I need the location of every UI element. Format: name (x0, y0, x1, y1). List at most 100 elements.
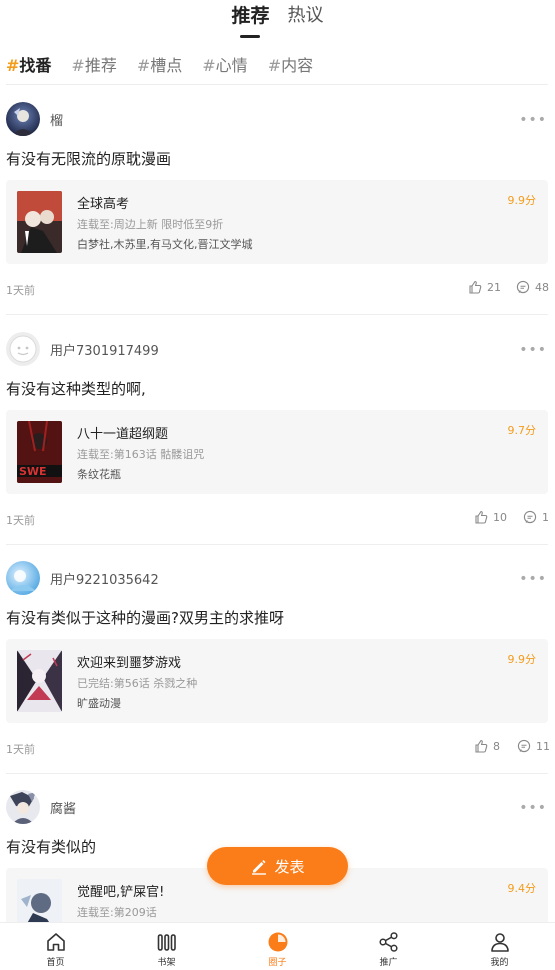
hashtag-find-anime[interactable]: #找番 (6, 52, 51, 76)
post-footer: 1天前 10 1 (6, 510, 549, 530)
circle-icon (268, 932, 287, 952)
like-count: 10 (493, 510, 507, 524)
post-text: 有没有无限流的原耽漫画 (6, 150, 172, 168)
username[interactable]: 用户7301917499 (50, 340, 159, 359)
book-progress: 连载至:第209话 (77, 906, 157, 919)
like-button[interactable]: 10 (474, 510, 507, 524)
share-icon (378, 932, 398, 952)
nav-bookshelf[interactable]: 书架 (111, 923, 222, 970)
avatar[interactable] (6, 102, 40, 136)
avatar[interactable] (6, 332, 40, 366)
divider (6, 544, 548, 545)
svg-text:SWE: SWE (19, 465, 47, 478)
book-card[interactable]: SWE 八十一道超纲题 连载至:第163话 骷髅诅咒 条纹花瓶 9.7分 (6, 410, 548, 494)
nav-label: 推广 (379, 958, 398, 968)
top-tabs: 推荐 热议 (0, 0, 555, 40)
bottom-nav: 首页 书架 圈子 推广 我的 (0, 922, 555, 970)
book-cover (17, 650, 62, 712)
post-text: 有没有类似于这种的漫画?双男主的求推呀 (6, 609, 284, 627)
book-cover (17, 879, 62, 922)
book-card[interactable]: 全球高考 连载至:周边上新 限时低至9折 白梦社,木苏里,有马文化,晋江文学城 … (6, 180, 548, 264)
book-publisher: 白梦社,木苏里,有马文化,晋江文学城 (77, 238, 253, 251)
hashtag-recommend[interactable]: #推荐 (71, 52, 116, 76)
comment-count: 1 (542, 510, 549, 524)
hashtag-label: 槽点 (150, 56, 183, 75)
username[interactable]: 榴 (50, 110, 63, 129)
post-header: 用户7301917499 (6, 332, 159, 366)
like-button[interactable]: 21 (468, 280, 501, 294)
like-count: 21 (487, 280, 501, 294)
post-footer: 1天前 21 48 (6, 280, 549, 300)
hashtag-content[interactable]: #内容 (268, 52, 313, 76)
hashtag-complaints[interactable]: #槽点 (137, 52, 182, 76)
avatar[interactable] (6, 561, 40, 595)
avatar[interactable] (6, 790, 40, 824)
book-score: 9.4分 (507, 882, 537, 895)
tab-recommend[interactable]: 推荐 (231, 4, 270, 38)
comment-button[interactable]: 11 (517, 739, 550, 753)
more-options-icon[interactable]: ••• (519, 800, 547, 816)
hashtag-bar: #找番 #推荐 #槽点 #心情 #内容 (6, 52, 313, 76)
comment-count: 48 (535, 280, 549, 294)
post-footer: 1天前 8 11 (6, 739, 550, 759)
post-time: 1天前 (6, 743, 35, 756)
book-score: 9.9分 (507, 653, 537, 666)
thumbs-up-icon (475, 739, 488, 753)
hashtag-label: 心情 (215, 56, 248, 75)
nav-label: 首页 (46, 958, 65, 968)
post-text: 有没有这种类型的啊, (6, 380, 146, 398)
comment-button[interactable]: 1 (523, 510, 549, 524)
publish-label: 发表 (274, 857, 305, 876)
more-options-icon[interactable]: ••• (519, 571, 547, 587)
comment-icon (517, 739, 531, 753)
divider (6, 773, 548, 774)
post-header: 腐酱 (6, 790, 76, 824)
book-cover (17, 191, 62, 253)
publish-button[interactable]: 发表 (207, 847, 348, 885)
book-publisher: 旷盛动漫 (77, 697, 121, 710)
comment-button[interactable]: 48 (516, 280, 549, 294)
home-icon (46, 933, 65, 951)
book-progress: 已完结:第56话 杀戮之种 (77, 677, 198, 690)
like-button[interactable]: 8 (474, 739, 500, 753)
nav-label: 圈子 (268, 958, 287, 968)
book-publisher: 条纹花瓶 (77, 468, 121, 481)
username[interactable]: 腐酱 (50, 798, 76, 817)
comment-icon (516, 280, 530, 294)
like-count: 8 (493, 739, 500, 753)
book-title: 八十一道超纲题 (77, 427, 169, 442)
post-time: 1天前 (6, 284, 35, 297)
username[interactable]: 用户9221035642 (50, 569, 159, 588)
book-title: 觉醒吧,铲屎官! (77, 885, 165, 900)
book-progress: 连载至:第163话 骷髅诅咒 (77, 448, 205, 461)
book-title: 全球高考 (77, 197, 130, 212)
hashtag-label: 内容 (281, 56, 314, 75)
tab-hot-discussion[interactable]: 热议 (288, 4, 324, 28)
post-header: 用户9221035642 (6, 561, 159, 595)
book-progress: 连载至:周边上新 限时低至9折 (77, 218, 224, 231)
post-header: 榴 (6, 102, 63, 136)
more-options-icon[interactable]: ••• (519, 112, 547, 128)
thumbs-up-icon (469, 280, 482, 294)
nav-circle[interactable]: 圈子 (222, 923, 333, 970)
more-options-icon[interactable]: ••• (519, 342, 547, 358)
book-title: 欢迎来到噩梦游戏 (77, 656, 182, 671)
post-time: 1天前 (6, 514, 35, 527)
hashtag-label: 推荐 (84, 56, 117, 75)
bookshelf-icon (157, 934, 176, 951)
divider (6, 84, 548, 85)
comment-icon (523, 510, 537, 524)
pencil-icon (252, 860, 267, 875)
book-cover: SWE (17, 421, 62, 483)
profile-icon (490, 933, 509, 952)
hashtag-mood[interactable]: #心情 (202, 52, 247, 76)
hashtag-label: 找番 (19, 56, 52, 75)
book-card[interactable]: 欢迎来到噩梦游戏 已完结:第56话 杀戮之种 旷盛动漫 9.9分 (6, 639, 548, 723)
thumbs-up-icon (475, 510, 488, 524)
divider (6, 314, 548, 315)
nav-home[interactable]: 首页 (0, 923, 111, 970)
nav-profile[interactable]: 我的 (444, 923, 555, 970)
nav-promote[interactable]: 推广 (333, 923, 444, 970)
book-score: 9.9分 (507, 194, 537, 207)
nav-label: 书架 (157, 958, 176, 968)
